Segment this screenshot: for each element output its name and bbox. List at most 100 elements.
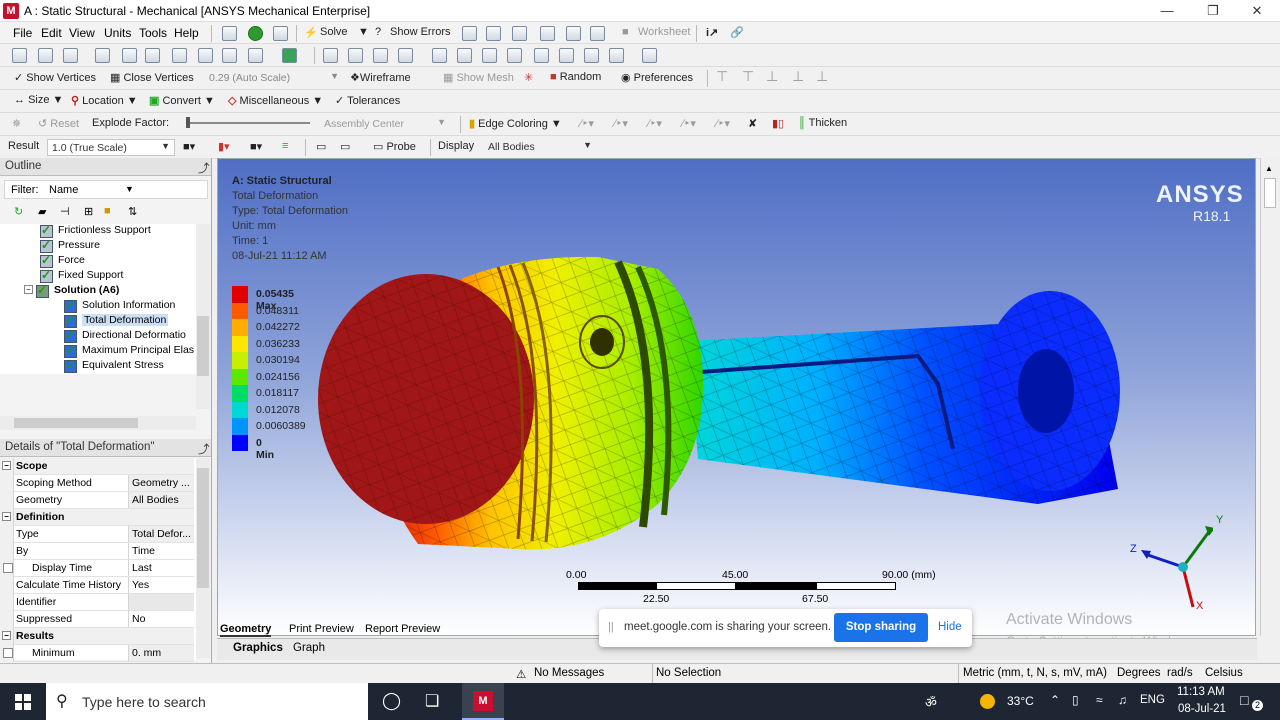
stop-sharing-button[interactable]: Stop sharing: [834, 613, 928, 642]
details-value[interactable]: Total Defor...: [128, 526, 194, 542]
zoom-in-icon[interactable]: [482, 48, 497, 63]
status-units[interactable]: Metric (mm, t, N, s, mV, mA): [963, 667, 1107, 679]
check-icon[interactable]: [248, 26, 263, 41]
menu-file[interactable]: File: [13, 26, 32, 40]
collapse-toggle-icon[interactable]: −: [24, 285, 33, 294]
tab-report-preview[interactable]: Report Preview: [365, 623, 440, 635]
details-value[interactable]: All Bodies: [128, 492, 194, 508]
thicken-button[interactable]: ║ Thicken: [798, 117, 847, 129]
reset-button[interactable]: ↺ Reset: [38, 117, 79, 130]
face-select-icon[interactable]: [172, 48, 187, 63]
edge-style-icon-1[interactable]: ∕‣▾: [580, 117, 594, 130]
menu-tools[interactable]: Tools: [139, 26, 167, 40]
cortana-icon[interactable]: ◯: [382, 691, 401, 711]
details-value[interactable]: [128, 594, 194, 610]
details-row[interactable]: Identifier: [0, 594, 194, 611]
explode-slider[interactable]: [186, 122, 310, 124]
edge-select-icon[interactable]: [145, 48, 160, 63]
expand-tree-icon[interactable]: ↻: [14, 205, 23, 218]
ansys-taskbar-button[interactable]: M: [462, 683, 504, 720]
status-temperature-unit[interactable]: Celsius: [1205, 667, 1243, 679]
clock-date[interactable]: 08-Jul-21: [1178, 703, 1226, 715]
zoom-out-icon[interactable]: [507, 48, 522, 63]
axis-triad[interactable]: [1123, 514, 1213, 614]
section-toggle-icon[interactable]: −: [0, 628, 14, 645]
edge-style-icon-5[interactable]: ∕‣▾: [716, 117, 730, 130]
drag-handle-icon[interactable]: ||: [608, 621, 614, 633]
random-colors-button[interactable]: ■ Random: [550, 71, 601, 83]
sort-icon[interactable]: ⇅: [128, 205, 137, 218]
details-section[interactable]: − Results: [0, 628, 194, 645]
extend-icon[interactable]: [38, 48, 53, 63]
auto-scale-dropdown[interactable]: 0.29 (Auto Scale) ▼: [205, 70, 343, 87]
minimize-button[interactable]: —: [1144, 0, 1190, 22]
edge-style-icon-2[interactable]: ∕‣▾: [614, 117, 628, 130]
tree-node[interactable]: ✓ Fixed Support: [0, 268, 196, 284]
assembly-center-dropdown[interactable]: Assembly Center ▼: [320, 116, 450, 133]
tree-node[interactable]: ✓ Directional Deformatio: [0, 328, 196, 344]
iso-view-icon[interactable]: [584, 48, 599, 63]
thicken-axis-icon-1[interactable]: ⊤: [716, 68, 728, 85]
chart-icon[interactable]: [486, 26, 501, 41]
edge-style-icon-4[interactable]: ∕‣▾: [682, 117, 696, 130]
checkbox[interactable]: [3, 563, 13, 573]
taskbar-search-box[interactable]: ⚲ Type here to search: [46, 683, 368, 720]
show-vertices-button[interactable]: ✓ Show Vertices: [14, 71, 96, 84]
details-row[interactable]: Minimum 0. mm: [0, 645, 194, 662]
details-value[interactable]: No: [128, 611, 194, 627]
edges-display-icon[interactable]: ■▾: [250, 140, 262, 153]
element-select-icon[interactable]: [248, 48, 263, 63]
close-button[interactable]: ✕: [1234, 0, 1280, 22]
folder-icon[interactable]: ■: [104, 205, 111, 217]
preferences-button[interactable]: ◉ Preferences: [621, 71, 693, 84]
expand-all-icon[interactable]: ⊞: [84, 205, 93, 218]
menu-units[interactable]: Units: [104, 26, 131, 40]
body-select-icon[interactable]: [198, 48, 213, 63]
tree-node[interactable]: ✓ Pressure: [0, 238, 196, 254]
report-icon[interactable]: [512, 26, 527, 41]
details-value[interactable]: Time: [128, 543, 194, 559]
tree-node[interactable]: ✓ Force: [0, 253, 196, 269]
maximize-button[interactable]: ❐: [1190, 0, 1236, 22]
explode-icon[interactable]: ✵: [12, 117, 21, 130]
messages-icon[interactable]: ⚠: [516, 667, 526, 681]
details-value[interactable]: 0. mm: [128, 645, 194, 661]
status-rate[interactable]: rad/s: [1167, 667, 1193, 679]
solve-button[interactable]: Solve: [320, 26, 348, 38]
weather-temperature[interactable]: 33°C: [1007, 694, 1034, 708]
miscellaneous-dropdown[interactable]: ◇ Miscellaneous ▼: [228, 94, 323, 107]
grow-icon[interactable]: [63, 48, 78, 63]
model-render[interactable]: [218, 159, 1257, 637]
previous-view-icon[interactable]: [534, 48, 549, 63]
tab-graphics[interactable]: Graphics: [233, 642, 283, 654]
section-toggle-icon[interactable]: −: [0, 458, 14, 475]
mesh-icon[interactable]: [462, 26, 477, 41]
rotate-icon[interactable]: [323, 48, 338, 63]
solve-dropdown-icon[interactable]: ▼: [358, 26, 369, 38]
close-vertices-button[interactable]: ▦ Close Vertices: [110, 71, 194, 84]
shell-icon[interactable]: ▮▯: [772, 117, 784, 130]
thicken-axis-icon-4[interactable]: ⊥: [792, 68, 804, 85]
status-angle[interactable]: Degrees: [1117, 667, 1160, 679]
pan-icon[interactable]: [348, 48, 363, 63]
tree-node[interactable]: ✓ Maximum Principal Elas: [0, 343, 196, 359]
convert-dropdown[interactable]: ▣ Convert ▼: [149, 94, 215, 107]
tab-print-preview[interactable]: Print Preview: [289, 623, 354, 635]
context-help-icon[interactable]: i↗: [706, 26, 718, 39]
tab-geometry[interactable]: Geometry: [220, 623, 272, 637]
table-icon[interactable]: [540, 26, 555, 41]
pick-icon[interactable]: ✘: [748, 117, 757, 130]
solve-icon[interactable]: ⚡: [304, 26, 318, 39]
result-scale-dropdown[interactable]: 1.0 (True Scale) ▼: [47, 139, 175, 156]
probe-button[interactable]: ▭ Probe: [373, 140, 416, 153]
wireframe-button[interactable]: ❖Wireframe: [350, 71, 411, 84]
wifi-icon[interactable]: ≈: [1096, 693, 1103, 707]
connect-icon[interactable]: [273, 26, 288, 41]
bug-icon[interactable]: [566, 26, 581, 41]
clock-time[interactable]: 11:13 AM: [1177, 686, 1225, 698]
details-row[interactable]: By Time: [0, 543, 194, 560]
location-dropdown[interactable]: ⚲ Location ▼: [71, 94, 138, 107]
windows-start-icon[interactable]: [15, 694, 31, 710]
vector-icon[interactable]: ≡: [282, 140, 288, 152]
volume-icon[interactable]: ♫: [1118, 693, 1127, 707]
